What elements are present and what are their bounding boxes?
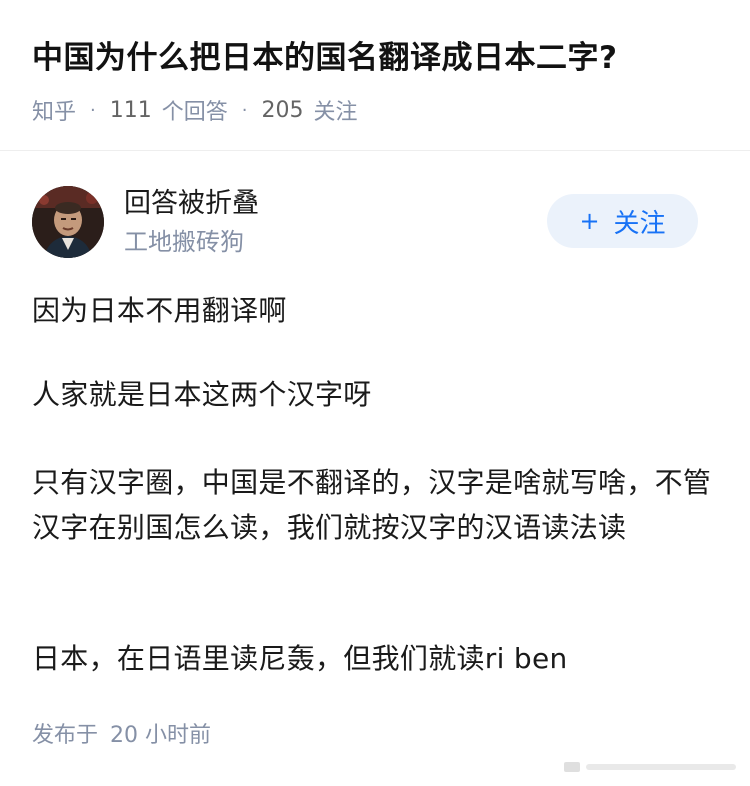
published-label: 发布于 [32, 723, 99, 748]
avatar-image [32, 186, 104, 258]
answers-count: 111 [109, 97, 152, 123]
meta-separator: · [90, 99, 96, 121]
author-name[interactable]: 回答被折叠 [124, 184, 259, 224]
question-meta: 知乎 · 111 个回答 · 205 关注 [32, 90, 358, 130]
watermark-graphic [564, 762, 736, 772]
source-label[interactable]: 知乎 [32, 94, 76, 126]
avatar[interactable] [32, 186, 104, 258]
answer-paragraph: 只有汉字圈，中国是不翻译的，汉字是啥就写啥，不管汉字在别国怎么读，我们就按汉字的… [32, 466, 712, 544]
followers-count: 205 [261, 97, 304, 123]
question-title[interactable]: 中国为什么把日本的国名翻译成日本二字? [32, 30, 617, 86]
answer-paragraph: 日本，在日语里读尼轰，但我们就读ri ben [32, 642, 568, 675]
plus-icon: + [579, 207, 600, 235]
author-headline[interactable]: 工地搬砖狗 [124, 224, 244, 260]
followers-label[interactable]: 关注 [314, 94, 358, 126]
publish-time: 发布于 20 小时前 [32, 716, 211, 756]
answer-paragraph: 人家就是日本这两个汉字呀 [32, 378, 372, 411]
follow-button-label: 关注 [613, 208, 666, 239]
meta-separator: · [241, 99, 248, 121]
published-time: 20 小时前 [110, 723, 212, 748]
answer-paragraph: 因为日本不用翻译啊 [32, 294, 287, 327]
follow-button[interactable]: + 关注 [547, 194, 698, 248]
watermark-icon [562, 754, 742, 780]
answers-label[interactable]: 个回答 [162, 94, 228, 126]
divider [0, 150, 750, 151]
